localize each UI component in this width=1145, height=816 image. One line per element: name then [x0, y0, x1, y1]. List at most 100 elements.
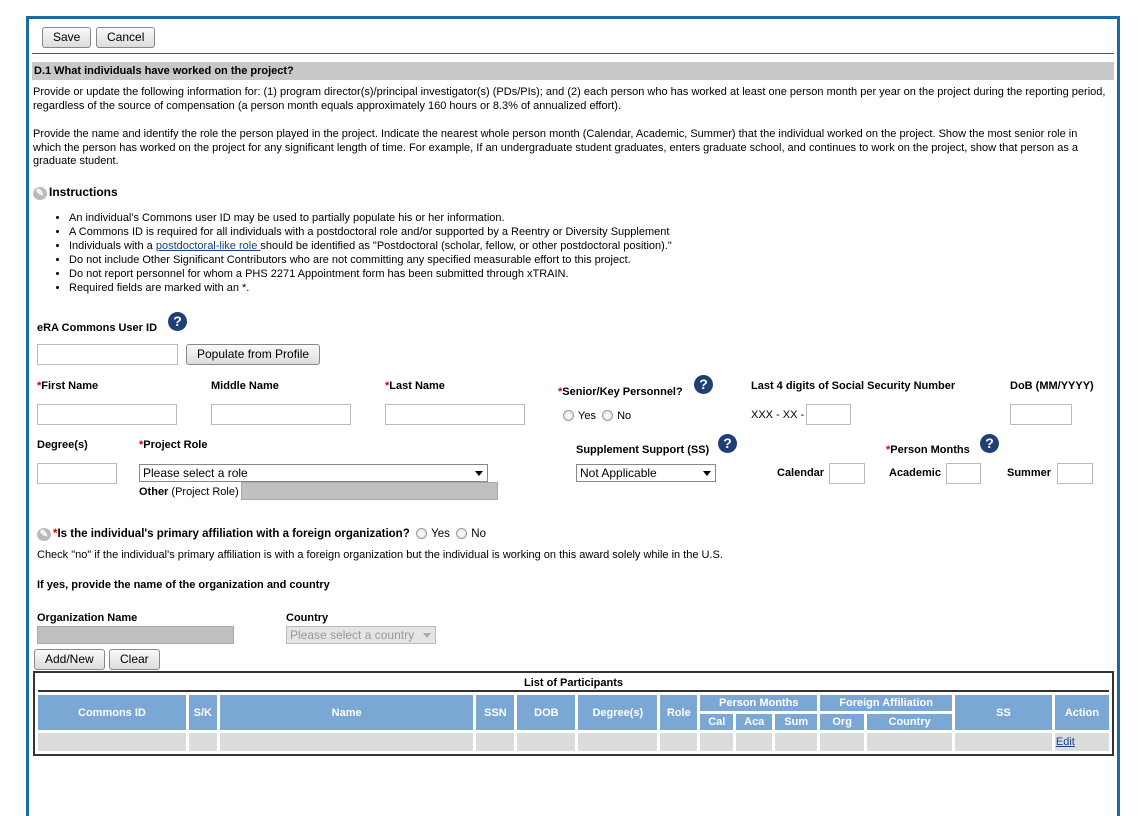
no-label: No — [471, 528, 486, 540]
supplement-support-select[interactable]: Not Applicable — [576, 464, 716, 482]
calendar-input[interactable] — [829, 463, 865, 484]
other-sub: (Project Role) — [171, 486, 239, 498]
other-role-label: Other (Project Role) — [139, 486, 239, 498]
commons-id-input[interactable] — [37, 344, 178, 365]
no-label: No — [617, 410, 632, 422]
label-text: Last Name — [389, 380, 445, 392]
col-country: Country — [867, 714, 953, 730]
col-aca: Aca — [736, 714, 773, 730]
foreign-yes-radio[interactable] — [416, 528, 428, 539]
cell — [867, 733, 953, 751]
organization-name-label: Organization Name — [37, 612, 138, 624]
if-yes-heading: If yes, provide the name of the organiza… — [37, 579, 330, 591]
col-sum: Sum — [775, 714, 818, 730]
chevron-down-icon — [423, 633, 431, 638]
cell — [188, 733, 217, 751]
last-name-label: *Last Name — [385, 380, 445, 392]
edit-link[interactable]: Edit — [1056, 736, 1075, 748]
save-button[interactable]: Save — [42, 27, 92, 48]
instruction-item: Required fields are marked with an *. — [69, 281, 1033, 295]
help-icon[interactable]: ? — [168, 312, 187, 331]
postdoctoral-link[interactable]: postdoctoral-like role — [156, 240, 261, 252]
cell — [700, 733, 734, 751]
chevron-down-icon — [703, 471, 711, 476]
first-name-label: *First Name — [37, 380, 98, 392]
project-role-select[interactable]: Please select a role — [139, 464, 488, 482]
add-new-button[interactable]: Add/New — [34, 649, 105, 670]
selected-value: Please select a country — [290, 628, 415, 642]
cell — [736, 733, 773, 751]
pencil-icon: ✎ — [33, 187, 47, 200]
col-ss: SS — [955, 695, 1052, 730]
last-name-input[interactable] — [385, 404, 525, 425]
organization-name-input[interactable] — [37, 626, 234, 644]
col-role: Role — [660, 695, 698, 730]
intro-paragraph-2: Provide the name and identify the role t… — [33, 128, 1079, 167]
chevron-down-icon — [475, 471, 483, 476]
senior-no-radio[interactable] — [602, 410, 614, 421]
country-label: Country — [286, 612, 329, 624]
other-role-input[interactable] — [241, 482, 498, 500]
label-text: Project Role — [143, 439, 208, 451]
dob-input[interactable] — [1010, 404, 1072, 425]
selected-value: Please select a role — [143, 466, 248, 480]
cell — [219, 733, 474, 751]
foreign-affiliation-question: ✎ *Is the individual's primary affiliatio… — [37, 528, 486, 541]
summer-label: Summer — [1007, 467, 1052, 479]
academic-input[interactable] — [946, 463, 981, 484]
first-name-input[interactable] — [37, 404, 177, 425]
commons-id-label: eRA Commons User ID — [37, 322, 158, 334]
clear-button[interactable]: Clear — [109, 649, 160, 670]
cancel-button[interactable]: Cancel — [96, 27, 156, 48]
label-text: Senior/Key Personnel? — [562, 386, 683, 398]
instruction-item: Do not report personnel for whom a PHS 2… — [69, 267, 1033, 281]
other-text: Other — [139, 486, 169, 498]
senior-key-label: *Senior/Key Personnel? — [558, 386, 683, 398]
instruction-item: Individuals with a postdoctoral-like rol… — [69, 239, 1033, 253]
ssn-prefix: XXX - XX - — [751, 409, 805, 421]
help-icon[interactable]: ? — [718, 434, 737, 453]
cell — [660, 733, 698, 751]
foreign-note: Check "no" if the individual's primary a… — [37, 549, 723, 561]
degrees-input[interactable] — [37, 463, 117, 484]
cell — [775, 733, 818, 751]
table-row: Edit — [38, 733, 1109, 751]
populate-from-profile-button[interactable]: Populate from Profile — [186, 344, 321, 365]
dob-label: DoB (MM/YYYY) — [1010, 380, 1094, 392]
label-text: First Name — [41, 380, 99, 392]
instruction-item: An individual's Commons user ID may be u… — [69, 211, 1033, 225]
selected-value: Not Applicable — [580, 466, 657, 480]
col-commons-id: Commons ID — [38, 695, 186, 730]
pencil-icon: ✎ — [37, 528, 51, 541]
col-dob: DOB — [517, 695, 576, 730]
senior-yes-radio[interactable] — [563, 410, 574, 421]
help-icon[interactable]: ? — [694, 375, 713, 394]
yes-label: Yes — [431, 528, 450, 540]
academic-label: Academic — [889, 467, 941, 479]
cell — [578, 733, 658, 751]
calendar-label: Calendar — [777, 467, 825, 479]
ssn-input[interactable] — [806, 404, 851, 425]
col-org: Org — [820, 714, 865, 730]
senior-key-radio-group: Yes No — [563, 410, 631, 422]
col-foreign-affiliation: Foreign Affiliation — [820, 695, 953, 711]
cell — [820, 733, 865, 751]
instructions-title: Instructions — [49, 185, 118, 199]
instruction-item: A Commons ID is required for all individ… — [69, 225, 1033, 239]
help-icon[interactable]: ? — [980, 434, 999, 453]
ssn-label: Last 4 digits of Social Security Number — [751, 380, 956, 392]
intro-paragraph-1: Provide or update the following informat… — [33, 86, 1106, 112]
cell — [517, 733, 576, 751]
cell — [38, 733, 186, 751]
text: should be identified as "Postdoctoral (s… — [260, 240, 672, 252]
country-select[interactable]: Please select a country — [286, 626, 436, 644]
instructions-heading: ✎ Instructions — [33, 185, 118, 200]
middle-name-input[interactable] — [211, 404, 351, 425]
summer-input[interactable] — [1057, 463, 1093, 484]
project-role-label: *Project Role — [139, 439, 207, 451]
col-ssn: SSN — [476, 695, 515, 730]
instruction-item: Do not include Other Significant Contrib… — [69, 253, 1033, 267]
foreign-no-radio[interactable] — [456, 528, 468, 539]
divider — [32, 53, 1114, 54]
col-action: Action — [1054, 695, 1109, 730]
